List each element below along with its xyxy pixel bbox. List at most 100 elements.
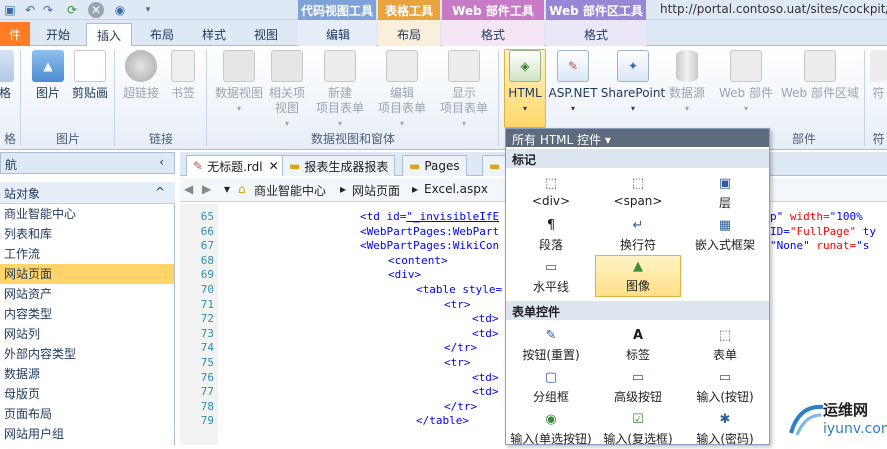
preview-icon[interactable]: ◉	[112, 2, 128, 18]
bookmark-icon	[171, 50, 195, 82]
advanced-button-item[interactable]: ▭ 高级按钮	[595, 367, 681, 407]
chevron-up-icon[interactable]: ^	[155, 185, 165, 199]
doctab-pages[interactable]: ▬ Pages	[402, 155, 467, 176]
password-item[interactable]: ✱ 输入(密码)	[682, 409, 768, 449]
tab-webpart-format[interactable]: 格式	[468, 23, 518, 46]
refresh-icon[interactable]: ⟳	[64, 2, 80, 18]
html-button[interactable]: ◈ HTML ▾	[504, 49, 546, 128]
nav-item-lists-libraries[interactable]: 列表和库	[0, 224, 174, 244]
label-label: 标签	[625, 348, 650, 362]
display-form-button[interactable]: 显示 项目表单 ▾	[434, 50, 494, 131]
edit-form-button[interactable]: 编辑 项目表单 ▾	[372, 50, 432, 131]
back-icon[interactable]: ◀	[184, 182, 193, 196]
ctx-webpart-tools: Web 部件工具	[442, 0, 544, 20]
div-item[interactable]: ⬚ <div>	[508, 173, 594, 213]
picture-button[interactable]: ▲ 图片	[30, 50, 66, 101]
webpart-button[interactable]: Web 部件 ▾	[716, 50, 776, 116]
folder-icon: ▬	[289, 159, 301, 173]
doctab-report-builder[interactable]: ▬ 报表生成器报表	[282, 155, 396, 176]
hyperlink-button[interactable]: 超链接	[120, 50, 162, 101]
redo-icon[interactable]: ↷	[40, 2, 56, 18]
nav-item-master-pages[interactable]: 母版页	[0, 384, 174, 404]
nav-item-external-content-types[interactable]: 外部内容类型	[0, 344, 174, 364]
breadcrumb-item[interactable]: 网站页面	[352, 182, 400, 199]
nav-item-site-groups[interactable]: 网站用户组	[0, 424, 174, 444]
sharepoint-button[interactable]: ✦ SharePoint ▾	[600, 50, 666, 116]
clipart-label: 剪贴画	[71, 86, 108, 100]
dropdown-icon[interactable]: ▾	[224, 182, 230, 196]
iframe-item[interactable]: ▦ 嵌入式框架	[682, 215, 768, 255]
aspnet-button[interactable]: ✎ ASP.NET ▾	[548, 50, 598, 116]
line-number: 66	[200, 224, 214, 238]
nav-item-bi-center[interactable]: 商业智能中心	[0, 204, 174, 224]
horizontal-line-item[interactable]: ▭ 水平线	[508, 257, 594, 297]
stop-icon[interactable]: ✕	[88, 2, 104, 18]
bookmark-label: 书签	[170, 86, 195, 100]
dataview-icon	[223, 50, 255, 82]
nav-item-page-layouts[interactable]: 页面布局	[0, 404, 174, 424]
nav-item-workflows[interactable]: 工作流	[0, 244, 174, 264]
line-number: 73	[200, 326, 214, 340]
tab-webpart-zone-format[interactable]: 格式	[570, 23, 622, 46]
site-objects-header[interactable]: 站对象 ^	[0, 182, 175, 204]
hyperlink-icon	[125, 50, 157, 82]
html-controls-dropdown: 所有 HTML 控件 ▾ 标记 ⬚ <div> ⬚ <span> ▣ 层 ¶ 段落 ↵ 换…	[505, 128, 770, 446]
form-item[interactable]: ⬚ 表单	[682, 325, 768, 365]
nav-item-data-sources[interactable]: 数据源	[0, 364, 174, 384]
chevron-down-icon: ▾	[399, 119, 404, 128]
paragraph-item[interactable]: ¶ 段落	[508, 215, 594, 255]
breadcrumb-item[interactable]: 商业智能中心	[254, 182, 326, 199]
related-view-button[interactable]: 相关项 视图 ▾	[266, 50, 308, 131]
tab-insert[interactable]: 插入	[86, 23, 132, 46]
nav-item-site-columns[interactable]: 网站列	[0, 324, 174, 344]
tab-style[interactable]: 样式	[192, 23, 236, 46]
forward-icon[interactable]: ▶	[202, 182, 211, 196]
breadcrumb-item[interactable]: Excel.aspx	[424, 182, 488, 196]
line-break-item[interactable]: ↵ 换行符	[595, 215, 681, 255]
reset-button-icon: ✎	[545, 327, 557, 343]
clipart-button[interactable]: 剪贴画	[70, 50, 110, 101]
ribbon-separator	[114, 50, 115, 146]
layer-item[interactable]: ▣ 层	[682, 173, 768, 213]
collapse-pane-icon[interactable]: ‹	[159, 155, 164, 169]
radio-item[interactable]: ◉ 输入(单选按钮)	[508, 409, 594, 449]
nav-item-site-pages[interactable]: 网站页面	[0, 264, 174, 284]
tab-layout[interactable]: 布局	[140, 23, 184, 46]
tab-edit[interactable]: 编辑	[310, 23, 366, 46]
symbol-button[interactable]: 符	[870, 50, 887, 101]
code-line: <tr>	[444, 297, 471, 311]
input-button-item[interactable]: ▭ 输入(按钮)	[682, 367, 768, 407]
tab-view[interactable]: 视图	[244, 23, 288, 46]
breadcrumb-separator: ▸	[340, 182, 347, 196]
undo-icon[interactable]: ↶	[22, 2, 38, 18]
password-label: 输入(密码)	[696, 432, 754, 446]
save-icon[interactable]: ▣	[2, 2, 18, 18]
groupbox-item[interactable]: ▢ 分组框	[508, 367, 594, 407]
table-button[interactable]: 格	[0, 50, 14, 101]
label-item[interactable]: A 标签	[595, 325, 681, 365]
bookmark-button[interactable]: 书签	[166, 50, 200, 101]
webpart-zone-button[interactable]: Web 部件区域	[778, 50, 862, 101]
section-tags: 标记	[506, 149, 769, 168]
doctab-untitled-rdl[interactable]: ✎ 无标题.rdl ✕	[186, 155, 286, 176]
dataview-button[interactable]: 数据视图 ▾	[212, 50, 266, 116]
datasource-button[interactable]: 数据源 ▾	[666, 50, 708, 116]
line-break-icon: ↵	[632, 217, 644, 233]
file-icon: ✎	[193, 159, 204, 173]
nav-item-content-types[interactable]: 内容类型	[0, 304, 174, 324]
new-form-button[interactable]: 新建 项目表单 ▾	[310, 50, 370, 131]
reset-button-item[interactable]: ✎ 按钮(重置)	[508, 325, 594, 365]
aspnet-label: ASP.NET	[548, 86, 598, 100]
nav-item-site-assets[interactable]: 网站资产	[0, 284, 174, 304]
customize-icon[interactable]: ▾	[140, 2, 156, 18]
line-number: 75	[200, 356, 214, 369]
panel-header[interactable]: 所有 HTML 控件 ▾	[506, 129, 769, 147]
close-icon[interactable]: ✕	[269, 159, 279, 173]
image-item[interactable]: ▲ 图像	[595, 255, 681, 297]
navigation-title: 航	[5, 158, 18, 172]
tab-file[interactable]: 件	[0, 22, 30, 46]
tab-home[interactable]: 开始	[36, 23, 80, 46]
span-item[interactable]: ⬚ <span>	[595, 173, 681, 213]
tab-table-layout[interactable]: 布局	[386, 23, 432, 46]
checkbox-item[interactable]: ☑ 输入(复选框)	[595, 409, 681, 449]
